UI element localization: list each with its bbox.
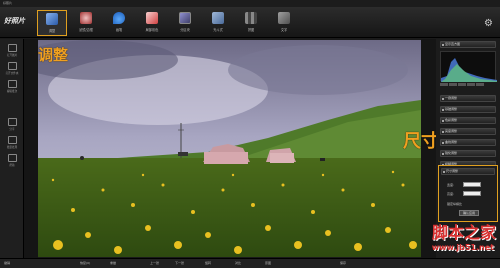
histogram-channel-chips bbox=[440, 82, 496, 87]
channel-chip[interactable] bbox=[467, 83, 475, 86]
canvas-left-margin bbox=[24, 39, 38, 258]
tool-brush[interactable]: 画笔 bbox=[104, 10, 134, 36]
tool-filter[interactable]: 滤镜/边框 bbox=[71, 10, 101, 36]
sidebar-item-batch[interactable]: 批量处理 bbox=[3, 135, 21, 151]
sidebar-item-open[interactable]: 打开图片 bbox=[3, 43, 21, 59]
size-adjust-header[interactable]: 尺寸调整 bbox=[441, 168, 495, 175]
sidebar-item-edit[interactable]: 编辑批次 bbox=[3, 79, 21, 95]
sidebar-item-help[interactable]: 帮助 bbox=[3, 153, 21, 169]
original-button[interactable]: 原图 bbox=[265, 261, 271, 265]
redo-button[interactable]: 重做 bbox=[110, 261, 116, 265]
share-icon bbox=[7, 118, 17, 126]
partial-color-icon bbox=[146, 12, 158, 24]
light-icon bbox=[212, 12, 224, 24]
prev-button[interactable]: 上一张 bbox=[150, 261, 159, 265]
panel-button-basic[interactable]: 基础调整 bbox=[440, 106, 496, 113]
channel-chip[interactable] bbox=[476, 83, 484, 86]
region-icon bbox=[179, 12, 191, 24]
save-button[interactable]: 保存 bbox=[340, 261, 346, 265]
text-icon bbox=[278, 12, 290, 24]
adjust-icon bbox=[46, 13, 58, 25]
landscape-photo bbox=[38, 40, 421, 257]
rotate-button[interactable]: 旋转 bbox=[205, 261, 211, 265]
left-sidebar: 打开图片 打开文件夹 编辑批次 分享 批量处理 帮助 bbox=[0, 39, 24, 258]
app-title: 好照片 bbox=[3, 1, 13, 5]
filter-icon bbox=[80, 12, 92, 24]
panel-button-brightness[interactable]: 亮度调整 bbox=[440, 128, 496, 135]
height-input[interactable] bbox=[463, 191, 481, 196]
settings-gear-icon[interactable]: ⚙ bbox=[484, 19, 494, 29]
tool-region[interactable]: 分区块 bbox=[170, 10, 200, 36]
sidebar-item-share[interactable]: 分享 bbox=[3, 117, 21, 133]
collage-icon bbox=[245, 12, 257, 24]
app-logo: 好照片 bbox=[4, 17, 25, 25]
tool-partial-color[interactable]: 局部彩色 bbox=[137, 10, 167, 36]
panel-button-curve[interactable]: 曲线调整 bbox=[440, 139, 496, 146]
width-label: 宽度: bbox=[447, 183, 455, 187]
photo-canvas[interactable] bbox=[38, 40, 421, 257]
panel-button-one-click[interactable]: 一键调整 bbox=[440, 95, 496, 102]
watermark-url: www.jb51.net bbox=[431, 243, 494, 252]
tool-text[interactable]: 文字 bbox=[269, 10, 299, 36]
sidebar-item-folder[interactable]: 打开文件夹 bbox=[3, 61, 21, 77]
height-label: 高度: bbox=[447, 192, 455, 196]
panel-button-color[interactable]: 色彩调整 bbox=[440, 117, 496, 124]
undo-button[interactable]: 撤销 bbox=[4, 261, 10, 265]
size-adjust-panel: 尺寸调整 宽度: 高度: 锁定纵横比 确认应用 bbox=[438, 165, 498, 222]
tool-light[interactable]: 光斗式 bbox=[203, 10, 233, 36]
width-input[interactable] bbox=[463, 182, 481, 187]
batch-icon bbox=[7, 136, 17, 144]
brush-icon bbox=[113, 12, 125, 24]
histogram-toggle-button[interactable]: 显示直方图 bbox=[440, 41, 496, 48]
main-toolbar: 好照片 调整 滤镜/边框 画笔 局部彩色 分区块 光斗式 拼图 文字 ⚙ bbox=[0, 7, 500, 38]
watermark-text: 脚本之家 bbox=[431, 223, 496, 242]
tool-collage[interactable]: 拼图 bbox=[236, 10, 266, 36]
tool-adjust[interactable]: 调整 bbox=[37, 10, 67, 36]
edit-icon bbox=[7, 80, 17, 88]
title-bar: 好照片 bbox=[0, 0, 500, 7]
keep-ratio-checkbox[interactable]: 锁定纵横比 bbox=[447, 202, 462, 206]
open-icon bbox=[7, 44, 17, 52]
bottom-toolbar: 撤销 恢复(0) 重做 上一张 下一张 旋转 对比 原图 保存 bbox=[0, 258, 500, 268]
compare-button[interactable]: 对比 bbox=[235, 261, 241, 265]
panel-button-sharpen[interactable]: 锐化调整 bbox=[440, 150, 496, 157]
channel-chip[interactable] bbox=[440, 83, 448, 86]
restore-button[interactable]: 恢复(0) bbox=[80, 261, 90, 265]
apply-button[interactable]: 确认应用 bbox=[459, 210, 479, 216]
channel-chip[interactable] bbox=[458, 83, 466, 86]
histogram bbox=[440, 51, 497, 82]
next-button[interactable]: 下一张 bbox=[175, 261, 184, 265]
help-icon bbox=[7, 154, 17, 162]
folder-icon bbox=[7, 62, 17, 70]
annotation-adjust: 调整 bbox=[38, 46, 69, 64]
channel-chip[interactable] bbox=[449, 83, 457, 86]
